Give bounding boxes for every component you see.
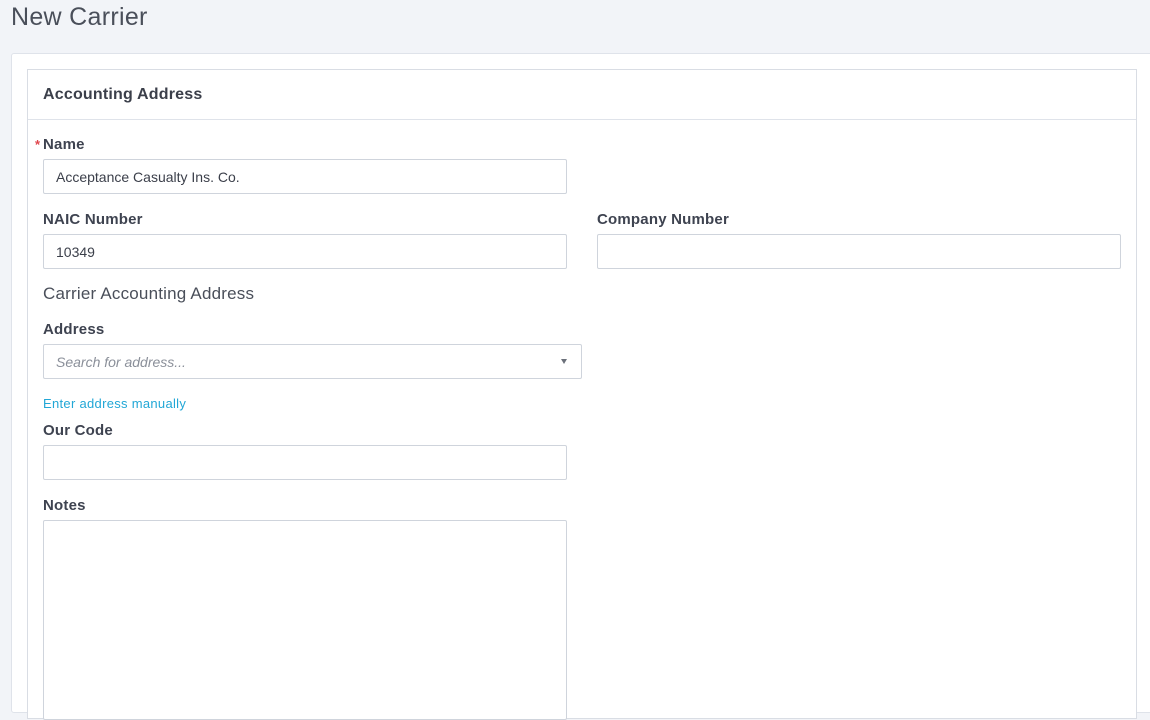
name-label: Name <box>43 136 85 153</box>
company-number-input[interactable] <box>597 234 1121 269</box>
required-marker: * <box>35 137 41 152</box>
section-heading-carrier-accounting-address: Carrier Accounting Address <box>43 284 255 303</box>
notes-label: Notes <box>43 497 86 514</box>
naic-number-label: NAIC Number <box>43 211 143 228</box>
naic-number-input[interactable] <box>43 234 567 269</box>
notes-textarea[interactable] <box>43 520 567 720</box>
name-input[interactable] <box>43 159 567 194</box>
address-search-select[interactable]: Search for address... <box>43 344 582 379</box>
address-search-placeholder: Search for address... <box>56 353 186 370</box>
address-label: Address <box>43 321 105 338</box>
page-title: New Carrier <box>11 3 148 31</box>
our-code-input[interactable] <box>43 445 567 480</box>
card-title: Accounting Address <box>43 85 203 103</box>
our-code-label: Our Code <box>43 422 113 439</box>
enter-address-manually-link[interactable]: Enter address manually <box>43 396 186 411</box>
caret-down-icon <box>561 359 567 364</box>
company-number-label: Company Number <box>597 211 729 228</box>
card-header: Accounting Address <box>28 70 1136 120</box>
